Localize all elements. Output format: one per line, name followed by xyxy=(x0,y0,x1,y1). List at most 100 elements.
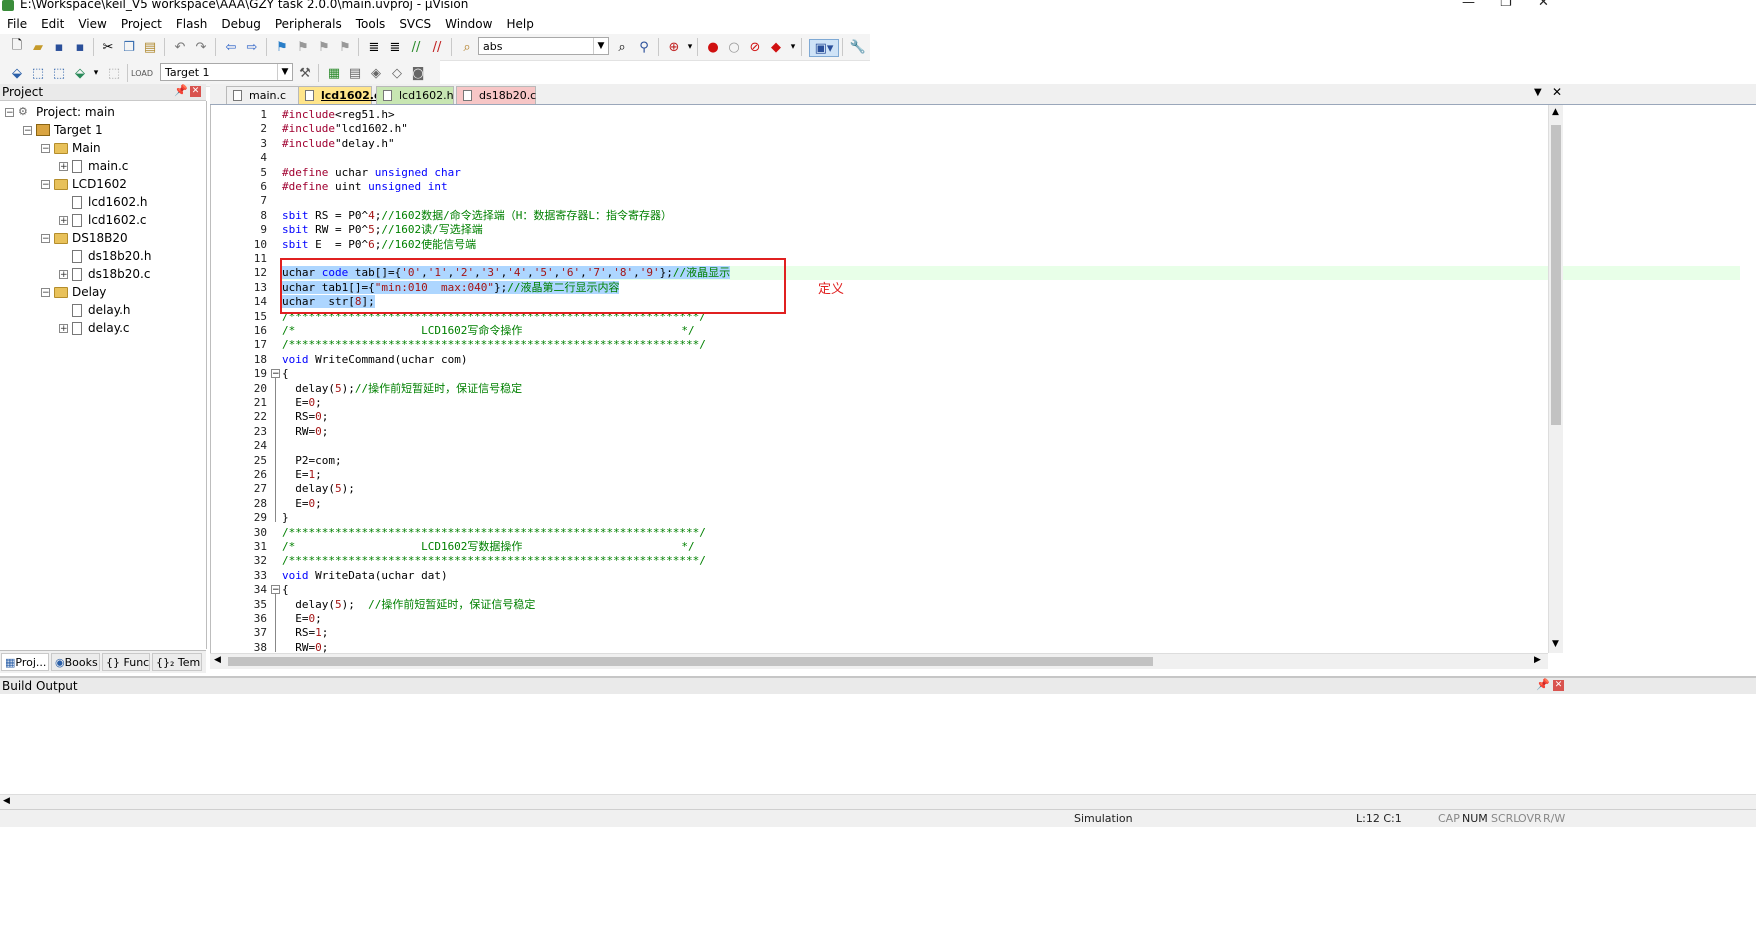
tab-ds18b20-c[interactable]: ds18b20.c xyxy=(456,86,536,104)
tree-file-lcd1602-c[interactable]: + lcd1602.c xyxy=(59,211,147,229)
scroll-left-icon[interactable]: ◀ xyxy=(3,796,10,806)
tab-project[interactable]: ▦Proj... xyxy=(1,653,49,671)
code-line[interactable]: E=0; xyxy=(282,612,322,626)
save-all-icon[interactable]: ▪ xyxy=(72,39,88,55)
code-line[interactable]: RW=0; xyxy=(282,425,328,439)
find-icon[interactable]: ⌕ xyxy=(614,39,630,55)
build-output-scrollbar[interactable]: ◀ xyxy=(0,794,1756,809)
code-line[interactable]: #define uint unsigned int xyxy=(282,180,448,194)
debug-dropdown-icon[interactable]: ▾ xyxy=(682,39,698,55)
minimize-icon[interactable]: — xyxy=(1462,0,1475,10)
tree-node-target[interactable]: − Target 1 xyxy=(23,121,103,139)
code-line[interactable]: { xyxy=(282,367,289,381)
code-line[interactable]: delay(5);//操作前短暂延时，保证信号稳定 xyxy=(282,382,522,396)
start-debug-icon[interactable]: ⊕ xyxy=(666,39,682,55)
code-line[interactable]: /***************************************… xyxy=(282,526,706,540)
insert-breakpoint-icon[interactable]: ● xyxy=(705,39,721,55)
tree-group-main[interactable]: − Main xyxy=(41,139,101,157)
tree-file-ds18b20-c[interactable]: + ds18b20.c xyxy=(59,265,150,283)
code-line[interactable]: delay(5); xyxy=(282,482,355,496)
editor-horizontal-scrollbar[interactable]: ◀ ▶ xyxy=(210,653,1548,669)
code-line[interactable]: #include"delay.h" xyxy=(282,137,395,151)
stop-build-icon[interactable]: ⬚ xyxy=(106,65,122,81)
tree-group-lcd1602[interactable]: − LCD1602 xyxy=(41,175,127,193)
tab-templates[interactable]: {}₂ Tem... xyxy=(152,653,202,671)
pack-installer-icon[interactable]: ◙ xyxy=(410,65,426,81)
tab-main-c[interactable]: main.c xyxy=(226,86,304,104)
build-icon[interactable]: ⬚ xyxy=(30,65,46,81)
code-line[interactable]: E=0; xyxy=(282,497,322,511)
comment-icon[interactable]: // xyxy=(408,39,424,55)
kill-breakpoints-icon[interactable]: ◆ xyxy=(768,39,784,55)
prev-bookmark-icon[interactable]: ⚑ xyxy=(295,39,311,55)
code-line[interactable]: RS=0; xyxy=(282,410,328,424)
menu-edit[interactable]: Edit xyxy=(34,17,71,31)
code-line[interactable]: E=0; xyxy=(282,396,322,410)
navigate-forward-icon[interactable]: ⇨ xyxy=(244,39,260,55)
menu-window[interactable]: Window xyxy=(438,17,499,31)
menu-svcs[interactable]: SVCS xyxy=(392,17,438,31)
download-icon[interactable]: LOAD xyxy=(131,65,153,81)
tree-file-main-c[interactable]: + main.c xyxy=(59,157,128,175)
code-line[interactable]: sbit E = P0^6;//1602使能信号端 xyxy=(282,238,476,252)
next-bookmark-icon[interactable]: ⚑ xyxy=(316,39,332,55)
rebuild-icon[interactable]: ⬚ xyxy=(51,65,67,81)
fold-toggle-icon[interactable]: − xyxy=(271,585,280,595)
pin-icon[interactable]: 📌 xyxy=(174,84,188,97)
enable-breakpoint-icon[interactable]: ○ xyxy=(726,39,742,55)
code-line[interactable]: /***************************************… xyxy=(282,338,706,352)
close-tab-icon[interactable]: ✕ xyxy=(1552,85,1562,99)
menu-tools[interactable]: Tools xyxy=(349,17,393,31)
code-line[interactable]: #include<reg51.h> xyxy=(282,108,395,122)
horizontal-scroll-thumb[interactable] xyxy=(228,657,1153,666)
code-line[interactable]: } xyxy=(282,511,289,525)
close-panel-icon[interactable]: ✕ xyxy=(190,86,201,97)
scroll-right-icon[interactable]: ▶ xyxy=(1534,655,1541,665)
undo-icon[interactable]: ↶ xyxy=(172,39,188,55)
indent-icon[interactable]: ≣ xyxy=(366,39,382,55)
batch-build-icon[interactable]: ⬙ xyxy=(72,65,88,81)
menu-flash[interactable]: Flash xyxy=(169,17,214,31)
find-combo[interactable]: abs ▼ xyxy=(478,37,609,55)
manage-components-icon[interactable]: ▤ xyxy=(347,65,363,81)
code-line[interactable]: /* LCD1602写命令操作 */ xyxy=(282,324,695,338)
tab-list-dropdown-icon[interactable]: ▼ xyxy=(1534,87,1542,98)
configure-icon[interactable]: 🔧 xyxy=(850,39,866,55)
chevron-down-icon[interactable]: ▼ xyxy=(593,38,608,54)
menu-view[interactable]: View xyxy=(71,17,113,31)
scroll-up-icon[interactable]: ▲ xyxy=(1552,107,1559,117)
cut-icon[interactable]: ✂ xyxy=(100,39,116,55)
batch-dropdown-icon[interactable]: ▾ xyxy=(88,65,104,81)
save-icon[interactable]: ▪ xyxy=(51,39,67,55)
paste-icon[interactable]: ▤ xyxy=(142,39,158,55)
redo-icon[interactable]: ↷ xyxy=(193,39,209,55)
incremental-find-icon[interactable]: ⚲ xyxy=(636,39,652,55)
tree-file-ds18b20-h[interactable]: ds18b20.h xyxy=(72,247,151,265)
restore-icon[interactable]: ❐ xyxy=(1500,0,1512,10)
code-line[interactable]: RS=1; xyxy=(282,626,328,640)
menu-file[interactable]: File xyxy=(0,17,34,31)
unindent-icon[interactable]: ≣ xyxy=(387,39,403,55)
uncomment-icon[interactable]: // xyxy=(429,39,445,55)
code-line[interactable]: /* LCD1602写数据操作 */ xyxy=(282,540,695,554)
code-line[interactable]: void WriteData(uchar dat) xyxy=(282,569,448,583)
code-line[interactable]: sbit RW = P0^5;//1602读/写选择端 xyxy=(282,223,483,237)
disable-breakpoints-icon[interactable]: ⊘ xyxy=(747,39,763,55)
translate-icon[interactable]: ⬙ xyxy=(9,65,25,81)
tree-file-delay-h[interactable]: delay.h xyxy=(72,301,131,319)
copy-icon[interactable]: ❐ xyxy=(121,39,137,55)
close-panel-icon[interactable]: ✕ xyxy=(1553,680,1564,691)
clear-bookmarks-icon[interactable]: ⚑ xyxy=(337,39,353,55)
code-line[interactable]: P2=com; xyxy=(282,454,341,468)
code-line[interactable]: void WriteCommand(uchar com) xyxy=(282,353,467,367)
select-packs-icon[interactable]: ◈ xyxy=(368,65,384,81)
code-line[interactable]: /***************************************… xyxy=(282,554,706,568)
tab-lcd1602-c[interactable]: lcd1602.c xyxy=(298,86,380,104)
code-line[interactable]: delay(5); //操作前短暂延时，保证信号稳定 xyxy=(282,598,535,612)
menu-peripherals[interactable]: Peripherals xyxy=(268,17,349,31)
scroll-left-icon[interactable]: ◀ xyxy=(214,655,221,665)
editor-vertical-scrollbar[interactable]: ▲ ▼ xyxy=(1548,105,1563,653)
find-in-files-icon[interactable]: ⌕ xyxy=(459,39,475,55)
menu-help[interactable]: Help xyxy=(499,17,540,31)
scroll-down-icon[interactable]: ▼ xyxy=(1552,639,1559,649)
